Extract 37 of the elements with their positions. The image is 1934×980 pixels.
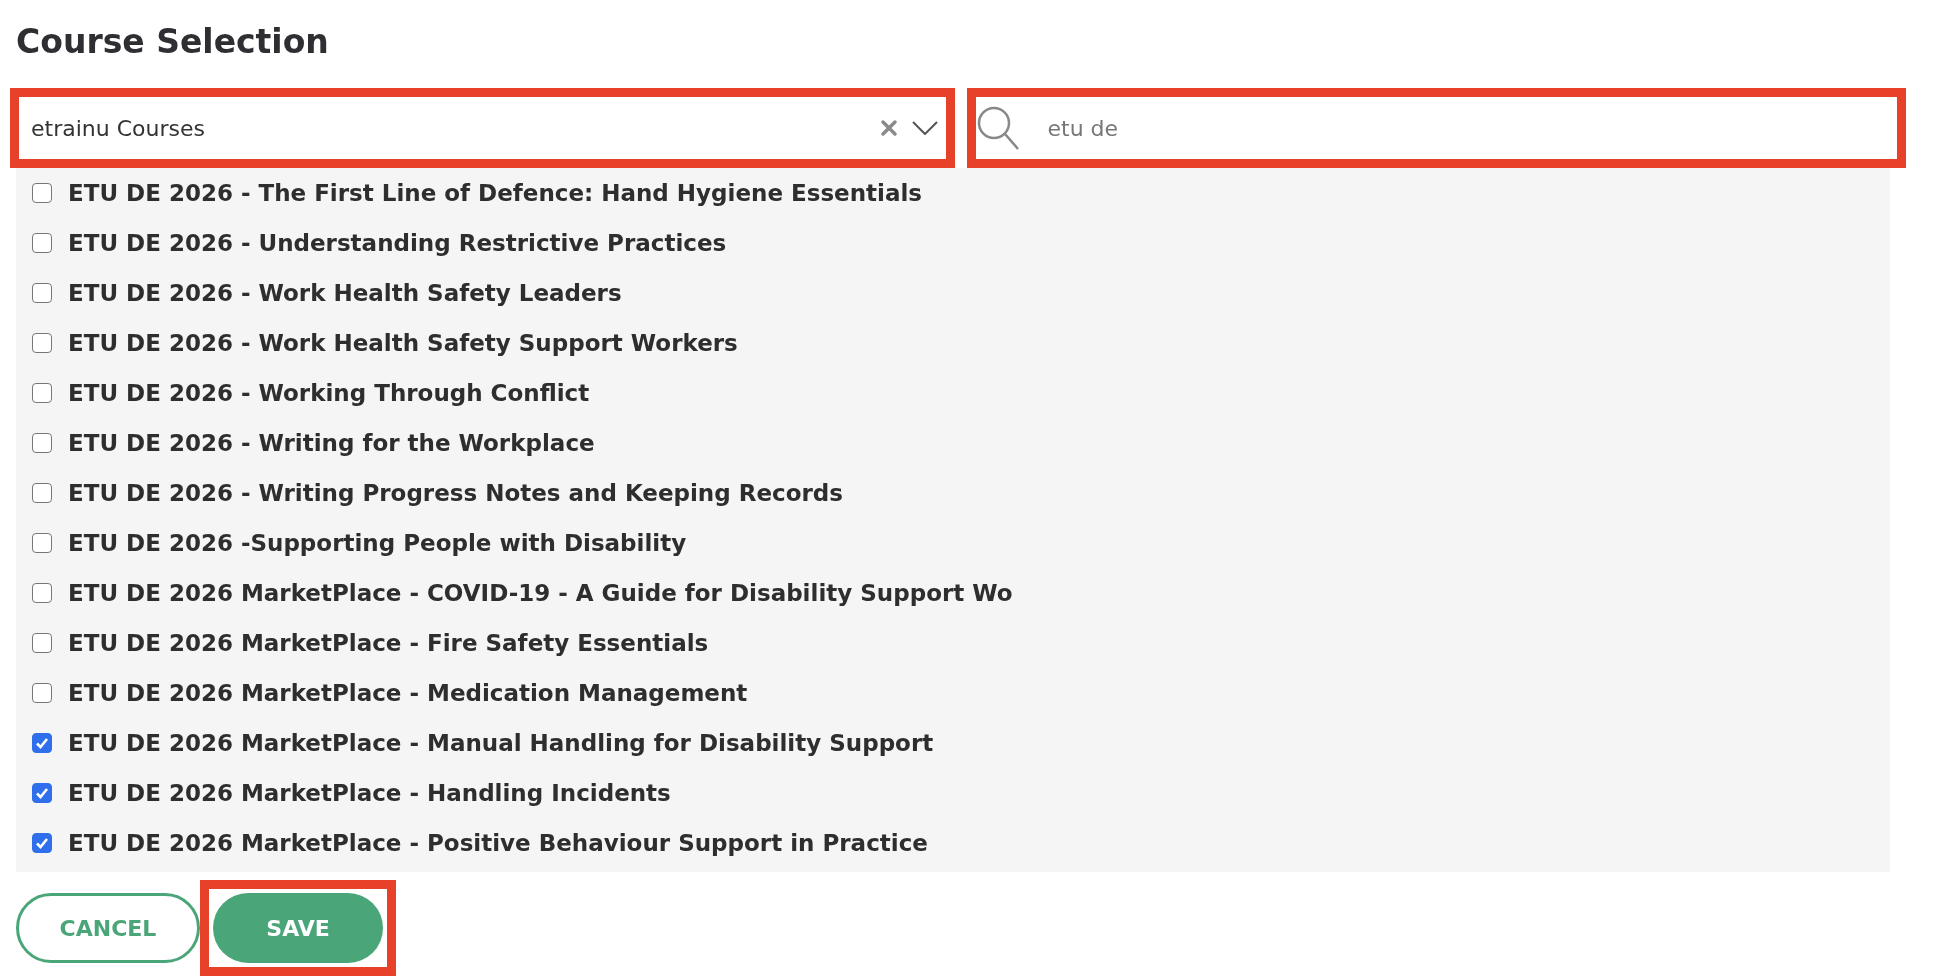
course-label: ETU DE 2026 -Supporting People with Disability [68,530,687,556]
save-button[interactable]: SAVE [213,893,383,963]
course-label: ETU DE 2026 - Work Health Safety Leaders [68,280,622,306]
checkbox[interactable] [32,233,52,253]
checkbox[interactable] [32,433,52,453]
checkbox[interactable] [32,533,52,553]
search-icon [975,105,1020,151]
course-label: ETU DE 2026 MarketPlace - Handling Incidents [68,780,671,806]
checkbox[interactable] [32,483,52,503]
checkbox[interactable] [32,633,52,653]
course-label: ETU DE 2026 - The First Line of Defence: Hand Hygiene Essentials [68,180,923,206]
checkbox[interactable] [32,383,52,403]
course-label: ETU DE 2026 - Understanding Restrictive Practices [68,230,727,256]
checkbox[interactable] [32,333,52,353]
checkmark-icon [35,736,49,750]
course-label: ETU DE 2026 MarketPlace - Manual Handling for Disability Support [68,730,934,756]
course-label: ETU DE 2026 - Writing Progress Notes and Keeping Records [68,480,843,506]
course-label: ETU DE 2026 MarketPlace - COVID-19 - A Guide for Disability Support Wo [68,580,1013,606]
course-label: ETU DE 2026 MarketPlace - Medication Management [68,680,748,706]
checkmark-icon [35,836,49,850]
checkbox[interactable] [32,833,52,853]
course-label: ETU DE 2026 MarketPlace - Fire Safety Essentials [68,630,709,656]
course-label: ETU DE 2026 - Work Health Safety Support Workers [68,330,738,356]
checkbox[interactable] [32,283,52,303]
course-label: ETU DE 2026 - Writing for the Workplace [68,430,595,456]
clear-icon[interactable] [879,119,898,137]
cancel-button[interactable]: CANCEL [16,893,200,963]
page-title: Course Selection [16,21,330,63]
course-label: ETU DE 2026 - Working Through Conflict [68,380,590,406]
checkmark-icon [35,786,49,800]
course-label: ETU DE 2026 MarketPlace - Positive Behaviour Support in Practice [68,830,928,856]
checkbox[interactable] [32,583,52,603]
checkbox[interactable] [32,783,52,803]
checkbox[interactable] [32,683,52,703]
chevron-down-icon[interactable] [911,121,938,135]
checkbox[interactable] [32,183,52,203]
checkbox[interactable] [32,733,52,753]
